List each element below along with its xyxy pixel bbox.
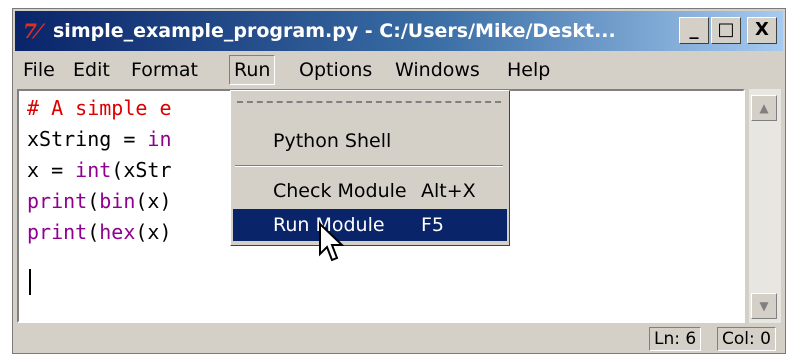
menu-item-check-module[interactable]: Check Module Alt+X <box>233 175 507 207</box>
code-token: # A simple e <box>27 96 172 120</box>
code-token: print <box>27 189 88 213</box>
line-indicator: Ln: 6 <box>649 327 702 351</box>
menu-edit[interactable]: Edit <box>69 55 114 85</box>
code-token: in <box>147 127 172 151</box>
code-line: print(hex(x) <box>27 219 172 245</box>
window-title: simple_example_program.py - C:/Users/Mik… <box>53 20 616 42</box>
menu-item-label: Python Shell <box>273 130 392 152</box>
menu-item-shortcut: Alt+X <box>421 180 476 202</box>
code-token: int <box>75 158 112 182</box>
code-token: (xStr <box>111 158 172 182</box>
menu-item-run-module[interactable]: Run Module F5 <box>233 209 507 241</box>
menu-bar: File Edit Format Run Options Windows Hel… <box>15 53 783 87</box>
status-bar: Ln: 6 Col: 0 <box>15 327 783 351</box>
text-caret <box>29 269 31 295</box>
mouse-pointer-icon <box>319 222 345 262</box>
code-token: ( <box>87 220 100 244</box>
code-token: print <box>27 220 88 244</box>
run-menu-dropdown: Python Shell Check Module Alt+X Run Modu… <box>230 90 510 246</box>
code-token: ( <box>87 189 100 213</box>
code-token: xString = <box>27 127 148 151</box>
code-line: x = int(xStr <box>27 157 172 183</box>
menu-options[interactable]: Options <box>295 55 376 85</box>
vertical-scrollbar[interactable]: ▲ ▼ <box>749 89 781 323</box>
scroll-down-icon[interactable]: ▼ <box>751 293 777 319</box>
menu-item-python-shell[interactable]: Python Shell <box>233 125 507 157</box>
code-token: (x) <box>135 220 172 244</box>
menu-format[interactable]: Format <box>127 55 202 85</box>
menu-item-label: Check Module <box>273 180 407 202</box>
column-indicator: Col: 0 <box>717 327 776 351</box>
code-line: print(bin(x) <box>27 188 172 214</box>
code-token: hex <box>99 220 136 244</box>
menu-item-shortcut: F5 <box>421 214 445 236</box>
menu-run[interactable]: Run <box>229 55 276 85</box>
code-token: (x) <box>135 189 172 213</box>
maximize-button[interactable]: □ <box>711 17 741 44</box>
tearoff-line[interactable] <box>237 101 501 103</box>
code-token: bin <box>99 189 136 213</box>
minimize-button[interactable]: _ <box>679 17 709 44</box>
close-button[interactable]: X <box>747 17 777 44</box>
code-token: x = <box>27 158 76 182</box>
menu-windows[interactable]: Windows <box>391 55 484 85</box>
scroll-up-icon[interactable]: ▲ <box>751 95 777 121</box>
menu-file[interactable]: File <box>19 55 59 85</box>
menu-help[interactable]: Help <box>503 55 554 85</box>
menu-separator <box>235 165 503 167</box>
idle-icon[interactable]: 7⁄ <box>23 19 47 43</box>
code-line: # A simple e <box>27 95 172 121</box>
title-bar[interactable]: 7⁄ simple_example_program.py - C:/Users/… <box>15 11 783 51</box>
